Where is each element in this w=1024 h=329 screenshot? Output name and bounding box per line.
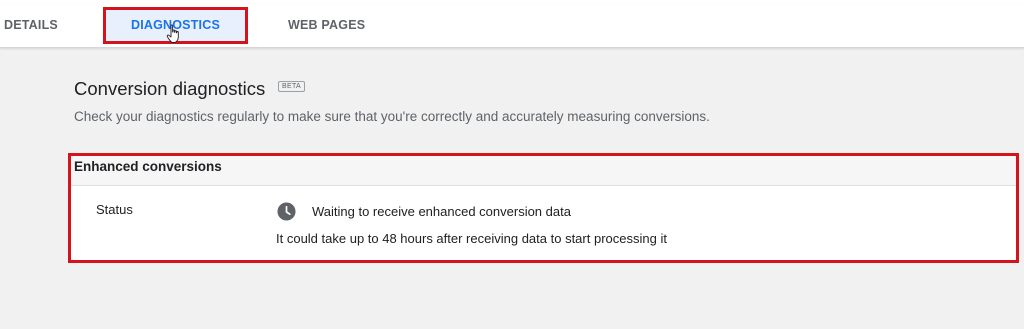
tab-web-pages[interactable]: WEB PAGES xyxy=(288,5,365,47)
tab-bar: DETAILS DIAGNOSTICS WEB PAGES xyxy=(0,5,1024,48)
card-highlight-box xyxy=(68,153,1019,263)
page-description: Check your diagnostics regularly to make… xyxy=(74,109,710,124)
tab-details[interactable]: DETAILS xyxy=(4,5,58,47)
hand-cursor-icon xyxy=(166,24,179,43)
beta-badge: BETA xyxy=(278,81,305,92)
page-title: Conversion diagnostics xyxy=(74,78,266,99)
